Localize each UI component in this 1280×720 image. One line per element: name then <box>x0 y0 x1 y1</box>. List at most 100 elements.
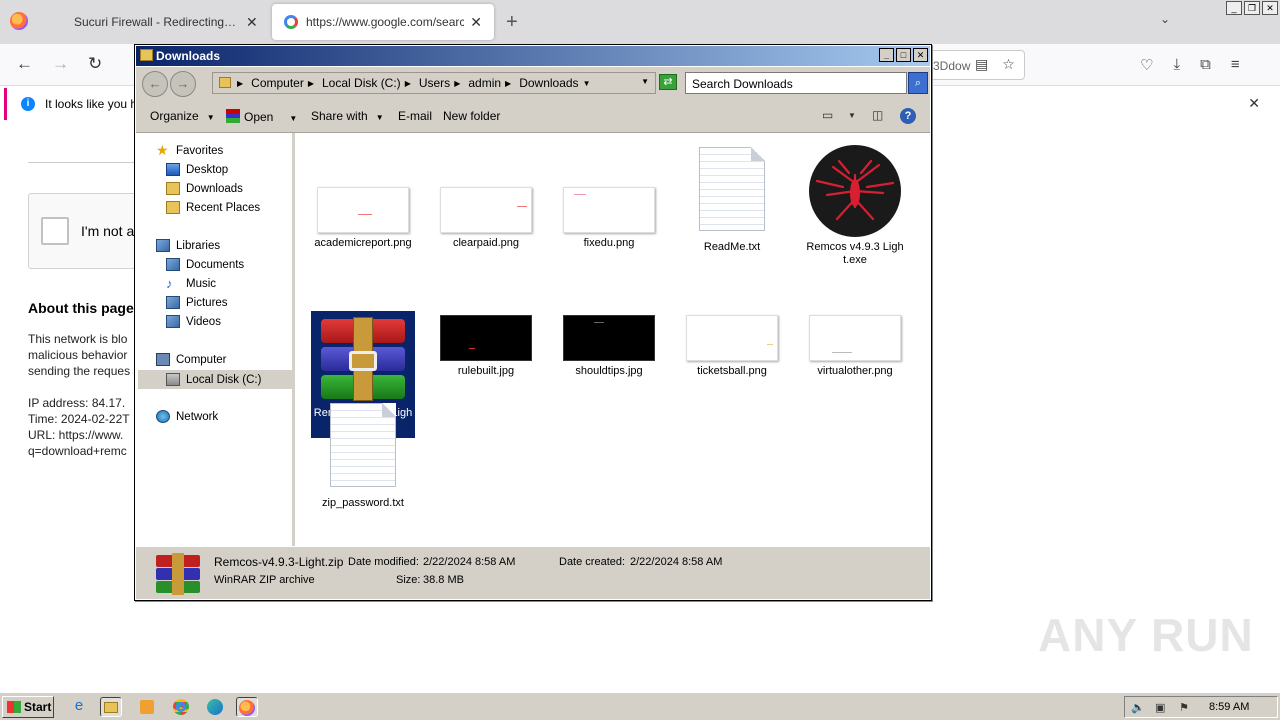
list-all-tabs-icon[interactable]: ⌄ <box>1160 12 1170 26</box>
page-text-line: sending the reques <box>28 364 131 378</box>
change-view-icon[interactable]: ▭ <box>822 108 833 122</box>
nav-local-disk[interactable]: Local Disk (C:) <box>138 370 293 389</box>
nav-documents[interactable]: Documents <box>166 258 244 271</box>
close-button[interactable]: ✕ <box>913 48 928 62</box>
forward-icon[interactable]: → <box>52 54 69 74</box>
new-tab-button[interactable]: + <box>506 11 518 34</box>
email-button[interactable]: E-mail <box>398 109 432 123</box>
search-icon[interactable]: ⌕ <box>908 72 928 94</box>
network-tray-icon[interactable]: ▣ <box>1155 701 1165 714</box>
extensions-icon[interactable]: ⧉ <box>1200 56 1211 74</box>
help-icon[interactable]: ? <box>900 108 916 124</box>
file-name: fixedu.png <box>583 237 635 249</box>
breadcrumb-computer[interactable]: Computer <box>251 76 304 90</box>
nav-computer[interactable]: Computer <box>156 353 227 366</box>
file-name: Remcos v4.9.3 Light.exe <box>806 241 904 266</box>
explorer-taskbar-icon[interactable] <box>100 697 122 717</box>
organize-label: Organize <box>150 109 199 123</box>
breadcrumb-downloads[interactable]: Downloads <box>519 76 578 90</box>
share-with-button[interactable]: Share with ▼ <box>311 109 384 123</box>
file-item[interactable]: shouldtips.jpg <box>557 315 661 378</box>
nav-libraries[interactable]: Libraries <box>156 239 220 252</box>
back-icon[interactable]: ← <box>16 54 33 74</box>
tab-title: https://www.google.com/search?c <box>306 15 465 29</box>
pocket-icon[interactable]: ♡ <box>1140 56 1153 74</box>
breadcrumb-admin[interactable]: admin <box>468 76 501 90</box>
file-item[interactable]: fixedu.png <box>557 187 661 250</box>
breadcrumb[interactable]: ▶ Computer ▶ Local Disk (C:) ▶ Users ▶ a… <box>212 72 656 94</box>
new-folder-button[interactable]: New folder <box>443 109 500 123</box>
close-tab-icon[interactable]: ✕ <box>246 14 258 31</box>
nav-pictures[interactable]: Pictures <box>166 296 228 309</box>
minimize-button[interactable]: _ <box>1226 1 1242 15</box>
nav-music[interactable]: ♪ Music <box>166 277 216 290</box>
close-tab-icon[interactable]: ✕ <box>470 14 482 31</box>
preview-pane-icon[interactable]: ◫ <box>872 108 883 122</box>
libraries-icon <box>156 239 170 252</box>
details-created-value: 2/22/2024 8:58 AM <box>630 556 723 568</box>
captcha-checkbox[interactable] <box>41 217 69 245</box>
file-item[interactable]: academicreport.png <box>311 187 415 250</box>
reader-view-icon[interactable]: ▤ <box>975 56 988 73</box>
refresh-icon[interactable]: ⇄ <box>659 74 677 90</box>
start-label: Start <box>24 700 52 714</box>
tab-google-search[interactable]: https://www.google.com/search?c ✕ <box>272 4 494 40</box>
minimize-button[interactable]: _ <box>879 48 894 62</box>
bookmark-star-icon[interactable]: ☆ <box>1002 56 1015 73</box>
winrar-archive-icon <box>317 317 409 401</box>
nav-videos[interactable]: Videos <box>166 315 221 328</box>
history-dropdown-icon[interactable]: ▼ <box>641 77 649 86</box>
open-label: Open <box>244 110 274 124</box>
file-item[interactable]: ReadMe.txt <box>680 147 784 254</box>
image-thumbnail <box>809 315 901 361</box>
explorer-titlebar[interactable]: Downloads _ □ ✕ <box>136 46 930 66</box>
nav-recent-places[interactable]: Recent Places <box>166 201 260 214</box>
start-button[interactable]: Start <box>2 696 54 718</box>
open-button[interactable]: Open ▼ <box>226 109 297 124</box>
nav-downloads[interactable]: Downloads <box>166 182 243 195</box>
explorer-window: Downloads _ □ ✕ ← → ▶ Computer ▶ Local D… <box>134 44 932 601</box>
file-item[interactable]: rulebuilt.jpg <box>434 315 538 378</box>
volume-icon[interactable]: 🔈 <box>1131 701 1145 714</box>
edge-icon[interactable] <box>204 697 226 717</box>
network-icon <box>156 410 170 423</box>
address-bar: ← → ▶ Computer ▶ Local Disk (C:) ▶ Users… <box>136 67 930 99</box>
nav-network[interactable]: Network <box>156 410 218 423</box>
file-name: clearpaid.png <box>452 237 520 249</box>
downloads-icon[interactable]: ⤓ <box>1173 56 1180 74</box>
forward-button[interactable]: → <box>170 71 196 97</box>
file-item[interactable]: clearpaid.png <box>434 187 538 250</box>
breadcrumb-users[interactable]: Users <box>419 76 450 90</box>
nav-desktop[interactable]: Desktop <box>166 163 228 176</box>
close-notification-icon[interactable]: ✕ <box>1248 95 1260 112</box>
close-button[interactable]: ✕ <box>1262 1 1278 15</box>
view-dropdown-icon[interactable]: ▼ <box>848 111 856 120</box>
details-size-value: 38.8 MB <box>423 574 464 586</box>
tab-sucuri[interactable]: Sucuri Firewall - Redirecting… <box>62 4 268 40</box>
media-player-icon[interactable] <box>136 697 158 717</box>
menu-icon[interactable]: ≡ <box>1231 56 1240 74</box>
maximize-button[interactable]: □ <box>896 48 911 62</box>
search-input[interactable]: Search Downloads <box>685 72 907 94</box>
videos-icon <box>166 315 180 328</box>
clock[interactable]: 8:59 AM <box>1209 701 1249 713</box>
breadcrumb-local-disk[interactable]: Local Disk (C:) <box>322 76 401 90</box>
firefox-taskbar-icon[interactable] <box>236 697 258 717</box>
restore-button[interactable]: ❐ <box>1244 1 1260 15</box>
back-button[interactable]: ← <box>142 71 168 97</box>
reload-icon[interactable]: ↻ <box>88 54 102 74</box>
file-item[interactable]: ticketsball.png <box>680 315 784 378</box>
file-item[interactable]: virtualother.png <box>803 315 907 378</box>
file-item[interactable]: Remcos v4.9.3 Light.exe <box>803 145 907 267</box>
text-document-icon <box>330 403 396 487</box>
organize-button[interactable]: Organize ▼ <box>150 109 215 123</box>
chrome-icon[interactable] <box>170 697 192 717</box>
nav-favorites[interactable]: ★ Favorites <box>156 143 223 157</box>
tab-title: Sucuri Firewall - Redirecting… <box>74 15 237 29</box>
notification-text: It looks like you ha <box>45 97 144 111</box>
file-item[interactable]: zip_password.txt <box>311 403 415 510</box>
computer-icon <box>156 353 170 366</box>
flag-icon[interactable]: ⚑ <box>1179 701 1189 714</box>
firefox-logo-icon[interactable] <box>10 12 28 30</box>
internet-explorer-icon[interactable]: e <box>68 697 90 717</box>
